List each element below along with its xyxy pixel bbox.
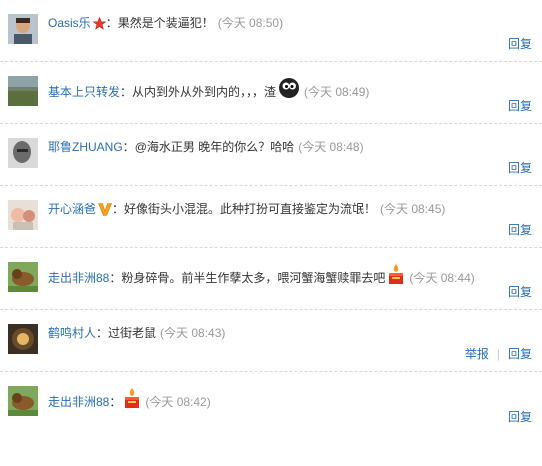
comment-text: 果然是个装逼犯！ [117, 16, 214, 30]
reply-link[interactable]: 回复 [508, 410, 532, 424]
avatar[interactable] [8, 76, 38, 106]
comment-line: Oasis乐 ：果然是个装逼犯！ (今天 08:50) [48, 15, 532, 34]
verified-star-icon [92, 16, 106, 34]
reply-link[interactable]: 回复 [508, 99, 532, 113]
comment-item: 基本上只转发：从内到外从外到内的，，，渣 (今天 08:49) 回复 [0, 62, 542, 124]
comment-item: 鹤鸣村人：过街老鼠 (今天 08:43) 举报 | 回复 [0, 310, 542, 372]
comment-actions: 回复 [508, 161, 532, 175]
comment-text: 从内到外从外到内的，，，渣 [132, 85, 277, 99]
comment-line: 耶鲁ZHUANG：@海水正男 晚年的你么？哈哈 (今天 08:48) [48, 140, 364, 154]
username-link[interactable]: 耶鲁ZHUANG [48, 140, 123, 154]
comment-line: 走出非洲88：粉身碎骨。前半生作孽太多，喂河蟹海蟹赎罪去吧 (今天 08:44) [48, 263, 532, 289]
comment-time: (今天 08:42) [145, 395, 211, 409]
comment-actions: 回复 [508, 410, 532, 424]
comment-time: (今天 08:49) [304, 85, 370, 99]
comment-actions: 回复 [508, 223, 532, 237]
comment-text: 好像街头小混混。此种打扮可直接鉴定为流氓！ [124, 202, 377, 216]
comment-actions: 举报 | 回复 [465, 347, 532, 361]
reply-link[interactable]: 回复 [508, 347, 532, 361]
username-link[interactable]: Oasis乐 [48, 16, 91, 30]
avatar[interactable] [8, 324, 38, 354]
comment-actions: 回复 [508, 37, 532, 51]
avatar[interactable] [8, 386, 38, 416]
emoticon-icon [278, 77, 300, 103]
comment-time: (今天 08:50) [217, 16, 284, 30]
comment-time: (今天 08:44) [409, 271, 475, 285]
comment-line: 基本上只转发：从内到外从外到内的，，，渣 (今天 08:49) [48, 77, 532, 103]
comment-list: Oasis乐 ：果然是个装逼犯！ (今天 08:50) 回复 基本上只转发：从内到外… [0, 0, 542, 434]
reply-link[interactable]: 回复 [508, 223, 532, 237]
divider: | [496, 347, 500, 361]
comment-item: 开心涵爸 ：好像街头小混混。此种打扮可直接鉴定为流氓！ (今天 08:45) 回复 [0, 186, 542, 248]
candle-icon [387, 263, 405, 289]
vip-v-icon [98, 203, 112, 220]
username-link[interactable]: 基本上只转发 [48, 85, 120, 99]
comment-time: (今天 08:43) [160, 326, 226, 340]
comment-text: 粉身碎骨。前半生作孽太多，喂河蟹海蟹赎罪去吧 [121, 271, 386, 285]
comment-item: 走出非洲88： (今天 08:42) 回复 [0, 372, 542, 434]
candle-icon [123, 387, 141, 413]
reply-link[interactable]: 回复 [508, 37, 532, 51]
username-link[interactable]: 走出非洲88 [48, 271, 109, 285]
avatar[interactable] [8, 200, 38, 230]
username-link[interactable]: 走出非洲88 [48, 395, 109, 409]
username-link[interactable]: 鹤鸣村人 [48, 326, 96, 340]
avatar[interactable] [8, 262, 38, 292]
comment-actions: 回复 [508, 99, 532, 113]
avatar[interactable] [8, 14, 38, 44]
comment-line: 鹤鸣村人：过街老鼠 (今天 08:43) [48, 326, 226, 340]
comment-item: 走出非洲88：粉身碎骨。前半生作孽太多，喂河蟹海蟹赎罪去吧 (今天 08:44) … [0, 248, 542, 310]
username-link[interactable]: 开心涵爸 [48, 202, 96, 216]
comment-item: 耶鲁ZHUANG：@海水正男 晚年的你么？哈哈 (今天 08:48) 回复 [0, 124, 542, 186]
comment-text: @海水正男 晚年的你么？哈哈 [134, 140, 295, 154]
comment-time: (今天 08:45) [380, 202, 446, 216]
comment-text: 过街老鼠 [108, 326, 157, 340]
comment-line: 走出非洲88： (今天 08:42) [48, 387, 532, 413]
comment-item: Oasis乐 ：果然是个装逼犯！ (今天 08:50) 回复 [0, 0, 542, 62]
report-link[interactable]: 举报 [465, 347, 489, 361]
comment-time: (今天 08:48) [298, 140, 364, 154]
reply-link[interactable]: 回复 [508, 161, 532, 175]
reply-link[interactable]: 回复 [508, 285, 532, 299]
avatar[interactable] [8, 138, 38, 168]
comment-line: 开心涵爸 ：好像街头小混混。此种打扮可直接鉴定为流氓！ (今天 08:45) [48, 201, 532, 220]
comment-actions: 回复 [508, 285, 532, 299]
